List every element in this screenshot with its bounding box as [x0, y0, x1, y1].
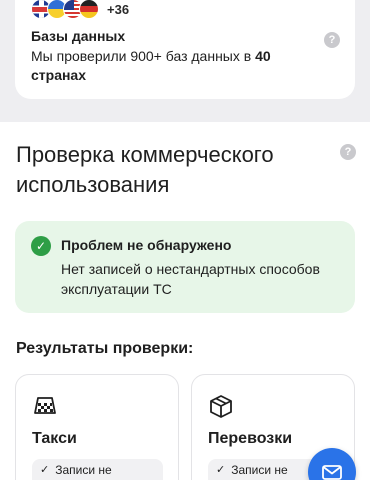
- mail-icon: [322, 465, 342, 480]
- taxi-result-text: Записи не: [55, 463, 112, 477]
- results-label: Результаты проверки:: [16, 340, 194, 357]
- databases-help-icon[interactable]: ?: [324, 32, 340, 48]
- germany-flag-icon: [79, 0, 99, 19]
- cargo-result-text: Записи не: [231, 463, 288, 477]
- check-icon: ✓: [40, 464, 50, 476]
- status-title: Проблем не обнаружено: [61, 237, 232, 253]
- check-circle-icon: ✓: [31, 236, 51, 256]
- cargo-card-title: Перевозки: [208, 430, 293, 447]
- taxi-card[interactable]: Такси ✓ Записи не: [15, 374, 179, 480]
- taxi-result-chip: ✓ Записи не: [32, 459, 163, 480]
- databases-description: Мы проверили 900+ баз данных в 40 страна…: [31, 47, 291, 85]
- taxi-icon: [34, 397, 56, 414]
- status-description: Нет записей о нестандартных способов экс…: [61, 261, 320, 297]
- status-card: ✓ Проблем не обнаружено Нет записей о не…: [15, 221, 355, 313]
- databases-card: +36 Базы данных Мы проверили 900+ баз да…: [15, 0, 355, 99]
- country-flags: +36: [31, 0, 129, 19]
- box-icon: [210, 395, 232, 418]
- more-countries-count: +36: [107, 1, 130, 17]
- databases-title: Базы данных: [31, 28, 126, 44]
- commercial-help-icon[interactable]: ?: [340, 144, 356, 160]
- databases-description-text: Мы проверили 900+ баз данных в: [31, 48, 256, 64]
- check-icon: ✓: [216, 464, 226, 476]
- database-section: +36 Базы данных Мы проверили 900+ баз да…: [0, 0, 370, 122]
- taxi-card-title: Такси: [32, 430, 77, 447]
- commercial-check-title: Проверка коммерческого использования: [16, 142, 274, 197]
